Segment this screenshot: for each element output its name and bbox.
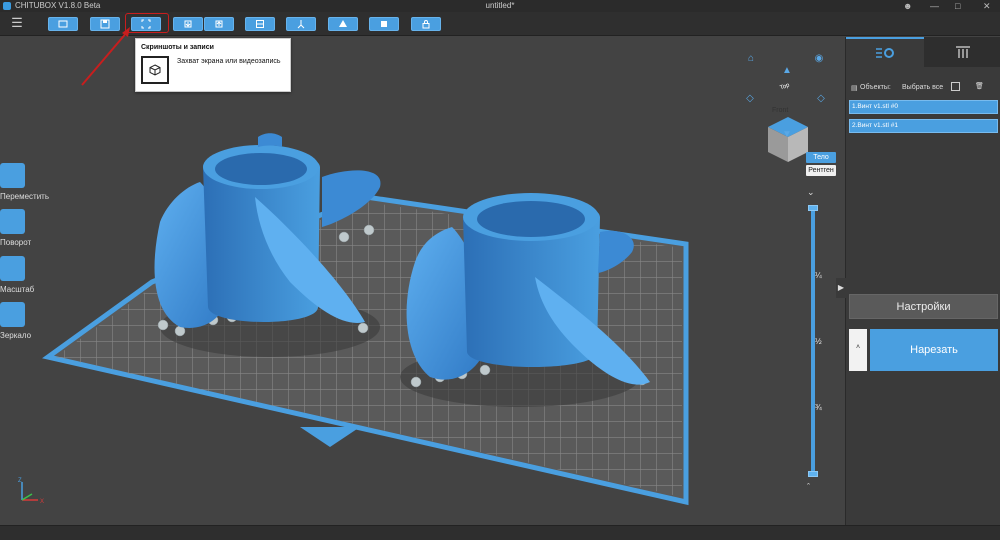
tab-objects[interactable] [846,37,924,67]
home-view-icon[interactable]: ⌂ [745,53,757,65]
settings-button[interactable]: Настройки [849,294,998,319]
lock-button[interactable] [411,17,441,31]
open-file-button[interactable] [48,17,78,31]
scale-tool-label: Масштаб [0,285,35,294]
move-icon [0,163,25,188]
slice-options-toggle[interactable]: ˄ [849,329,867,371]
arrow-up-icon[interactable]: ▲ [781,65,793,77]
maximize-icon[interactable]: □ [955,0,960,12]
slider-bottom-handle[interactable] [808,471,818,477]
tooltip-description: Захват экрана или видеозапись [177,58,281,65]
3d-viewport[interactable]: Top Front ⌂ ◉ ▲ ◇ ◇ ▼ Z X [0,37,845,525]
rotate-left-icon[interactable]: ◇ [744,93,756,105]
user-icon[interactable]: ☻ [903,0,912,12]
layout-button[interactable] [245,17,275,31]
open-file-icon [58,20,68,28]
nav-cube-front-label: Front [772,107,789,114]
import-icon [184,20,192,28]
document-title: untitled* [485,1,515,10]
hollow-button[interactable] [328,17,358,31]
axis-gizmo: Z X [18,478,44,505]
fill-icon [381,21,387,27]
move-tool-label: Переместить [0,192,50,201]
rotate-icon [0,209,25,234]
tooltip-title: Скриншоты и записи [141,44,214,51]
trash-icon[interactable]: 🗑 [975,82,984,90]
lock-icon [422,20,430,29]
solid-mode-button[interactable]: Тело [806,152,836,163]
panel-tabs [846,37,1000,67]
slider-down-chevron-icon[interactable]: ˆ [807,482,810,492]
objects-label: Объекты: [860,84,891,91]
supports-button[interactable] [286,17,316,31]
screenshot-tooltip: Скриншоты и записи Захват экрана или вид… [135,38,291,92]
eye-icon[interactable]: ◉ [813,53,825,65]
scale-icon [0,256,25,281]
objects-header: ▤ Объекты: Выбрать все 🗑 [851,82,999,94]
hamburger-menu-icon[interactable]: ☰ [10,16,24,30]
pillars-icon [955,46,970,58]
screenshot-capture-icon [141,56,169,84]
svg-text:Z: Z [18,478,22,484]
collapse-panel-icon[interactable]: ▶ [836,278,846,298]
supports-icon [297,20,305,29]
slice-button[interactable]: Нарезать [870,329,998,371]
hollow-icon [339,20,347,27]
arrow-down-icon[interactable]: ▼ [781,129,793,141]
object-item[interactable]: 1.Винт v1.stl #0 [849,100,998,114]
gear-list-icon [876,48,894,58]
title-bar: CHITUBOX V1.8.0 Beta untitled* ☻ — □ ✕ [0,0,1000,12]
export-button[interactable] [204,17,234,31]
svg-text:X: X [40,499,44,505]
import-button[interactable] [173,17,203,31]
tab-supports[interactable] [924,37,1000,67]
xray-mode-button[interactable]: Рентген [806,165,836,176]
objects-list-icon: ▤ [851,85,858,92]
object-item[interactable]: 2.Винт v1.stl #1 [849,119,998,133]
mirror-icon [0,302,25,327]
scene-canvas [42,117,808,506]
rotate-right-icon[interactable]: ◇ [815,93,827,105]
slider-up-chevron-icon[interactable]: ⌄ [807,187,815,198]
minimize-icon[interactable]: — [930,0,939,12]
slider-tick-half: ½ [815,337,822,346]
annotation-arrow [81,27,130,86]
status-bar [0,525,1000,540]
layout-icon [256,20,264,28]
chitubox-app: CHITUBOX V1.8.0 Beta untitled* ☻ — □ ✕ ☰ [0,0,1000,540]
close-icon[interactable]: ✕ [983,0,991,12]
slider-tick-three-quarter: ¾ [815,403,822,412]
rotate-tool-label: Поворот [0,238,32,247]
slider-tick-quarter: ¼ [815,271,822,280]
right-panel: ▤ Объекты: Выбрать все 🗑 1.Винт v1.stl #… [836,37,1000,525]
export-icon [215,20,223,28]
select-all-link[interactable]: Выбрать все [902,84,943,91]
fill-button[interactable] [369,17,399,31]
slider-top-handle[interactable] [808,205,818,211]
mirror-tool-label: Зеркало [0,331,32,340]
select-all-checkbox[interactable] [951,82,960,91]
